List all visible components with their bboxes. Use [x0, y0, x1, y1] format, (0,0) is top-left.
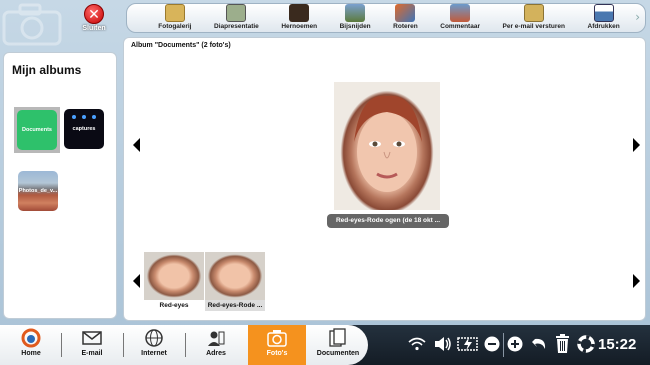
email-label: E-mail	[81, 350, 103, 357]
slideshow-button[interactable]: Diapresentatie	[214, 4, 259, 30]
rotate-button[interactable]: Roteren	[393, 4, 418, 30]
taskbar-separator	[123, 333, 124, 357]
thumbnails-previous-arrow-icon[interactable]	[133, 274, 140, 288]
rename-button[interactable]: Hernoemen	[281, 4, 317, 30]
album-thumbnail: Documents	[17, 110, 57, 150]
previous-photo-arrow-icon[interactable]	[133, 138, 140, 152]
battery-charging-icon[interactable]	[456, 336, 480, 352]
taskbar-email[interactable]: E-mail	[64, 328, 120, 364]
email-send-label: Per e-mail versturen	[502, 23, 566, 30]
thumbnail-red-eyes[interactable]: Red-eyes	[144, 252, 204, 312]
internet-label: Internet	[141, 350, 167, 357]
close-icon: ✕	[84, 4, 104, 24]
print-icon	[593, 4, 614, 22]
print-button[interactable]: Afdrukken	[588, 4, 620, 30]
trash-icon[interactable]	[555, 334, 570, 354]
home-icon	[3, 328, 59, 348]
slideshow-icon	[226, 4, 247, 22]
close-button[interactable]: ✕ Sluiten	[74, 4, 114, 34]
close-label: Sluiten	[82, 25, 106, 32]
address-label: Adres	[206, 350, 226, 357]
photo-viewer-panel: Album "Documents" (2 foto's) Red-eyes-Ro…	[123, 37, 646, 321]
documents-icon	[310, 328, 366, 348]
thumbnail-label: Red-eyes-Rode ...	[205, 300, 265, 311]
taskbar-separator	[185, 333, 186, 357]
thumbnail-image	[205, 252, 265, 300]
current-photo-caption: Red-eyes-Rode ogen (de 18 okt ...	[327, 214, 449, 228]
photo-gallery-icon	[164, 4, 185, 22]
home-label: Home	[21, 350, 41, 357]
album-photos-de-vacances[interactable]: Photos_de_v...	[18, 171, 58, 211]
crop-icon	[345, 4, 366, 22]
photo-toolbar: Fotogalerij Diapresentatie Hernoemen Bij…	[126, 3, 646, 33]
taskbar-photos[interactable]: Foto's	[248, 325, 306, 365]
wifi-icon[interactable]	[408, 337, 426, 351]
thumbnail-red-eyes-rode-ogen[interactable]: Red-eyes-Rode ...	[205, 252, 265, 312]
portrait-face-drawing	[354, 95, 422, 192]
crop-button[interactable]: Bijsnijden	[340, 4, 371, 30]
thumbnail-label: Red-eyes	[159, 302, 189, 309]
album-thumbnail: Photos_de_v...	[18, 171, 58, 211]
documents-label: Documenten	[316, 350, 360, 357]
album-thumbnail: captures	[64, 109, 104, 149]
photos-label: Foto's	[266, 350, 288, 357]
comment-button[interactable]: Commentaar	[440, 4, 480, 30]
zoom-out-icon[interactable]	[484, 336, 500, 352]
thumbnails-next-arrow-icon[interactable]	[633, 274, 640, 288]
print-label: Afdrukken	[587, 23, 620, 30]
taskbar-separator	[61, 333, 62, 357]
taskbar-home[interactable]: Home	[3, 328, 59, 364]
help-lifebuoy-icon[interactable]	[577, 335, 595, 353]
taskbar-internet[interactable]: Internet	[126, 328, 182, 364]
current-photo[interactable]	[334, 82, 440, 210]
comment-icon	[450, 4, 471, 22]
album-captures[interactable]: captures	[64, 109, 104, 149]
rotate-label: Roteren	[393, 23, 418, 30]
albums-sidebar: Mijn albums Documents captures Photos_de…	[3, 52, 117, 319]
album-label: captures	[72, 126, 96, 132]
rename-label: Hernoemen	[281, 23, 318, 30]
album-title: Album "Documents" (2 foto's)	[131, 42, 231, 49]
camera-icon	[248, 328, 306, 348]
photo-gallery-button[interactable]: Fotogalerij	[158, 4, 191, 30]
email-icon	[64, 328, 120, 348]
album-label: Documents	[22, 127, 52, 133]
email-send-button[interactable]: Per e-mail versturen	[502, 4, 566, 30]
thumbnail-image	[144, 252, 204, 300]
sidebar-title: Mijn albums	[12, 63, 82, 77]
globe-icon	[126, 328, 182, 348]
photo-gallery-label: Fotogalerij	[158, 23, 192, 30]
email-send-icon	[523, 4, 544, 22]
tray-separator	[503, 333, 504, 357]
zoom-in-icon[interactable]	[507, 336, 523, 352]
crop-label: Bijsnijden	[339, 23, 371, 30]
comment-label: Commentaar	[440, 23, 480, 30]
next-photo-arrow-icon[interactable]	[633, 138, 640, 152]
camera-watermark-icon	[2, 3, 62, 46]
slideshow-label: Diapresentatie	[214, 23, 259, 30]
rotate-icon	[395, 4, 416, 22]
undo-icon[interactable]	[532, 336, 548, 352]
album-dots-decoration	[72, 115, 96, 119]
rename-icon	[289, 4, 310, 22]
taskbar-documents[interactable]: Documenten	[310, 328, 366, 364]
contacts-icon	[188, 328, 244, 348]
chevron-right-icon[interactable]: ›	[635, 10, 640, 24]
clock: 15:22	[598, 336, 637, 353]
taskbar-address[interactable]: Adres	[188, 328, 244, 364]
volume-icon[interactable]	[434, 336, 452, 352]
album-documents[interactable]: Documents	[14, 107, 60, 153]
album-label: Photos_de_v...	[18, 188, 58, 194]
taskbar: Home E-mail Internet Adres Foto's Docume…	[0, 325, 650, 365]
